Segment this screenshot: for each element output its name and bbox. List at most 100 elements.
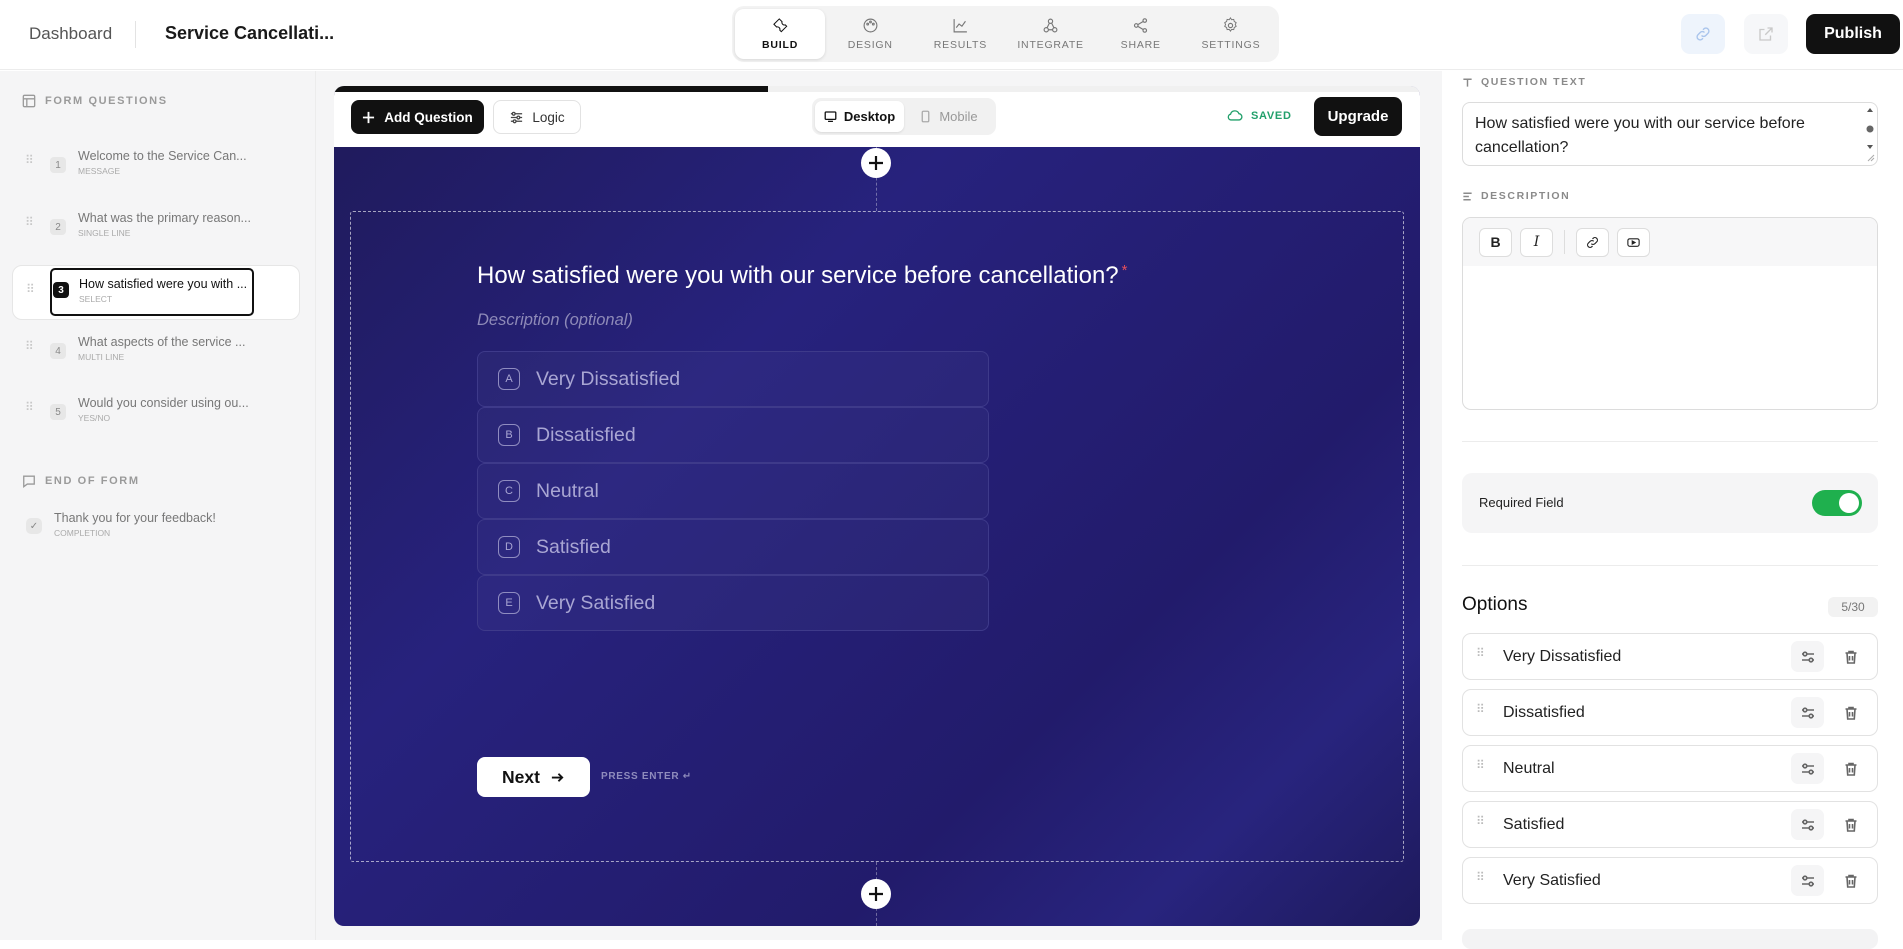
question-number: 4	[50, 343, 66, 359]
option-name[interactable]: Very Satisfied	[1503, 872, 1601, 890]
bold-button[interactable]: B	[1479, 227, 1512, 257]
layout-icon	[22, 94, 36, 108]
next-label: Next	[502, 766, 540, 787]
desktop-toggle[interactable]: Desktop	[815, 101, 904, 132]
tab-build[interactable]: BUILD	[735, 9, 826, 59]
add-option-area[interactable]	[1462, 929, 1878, 949]
answer-option-e[interactable]: E Very Satisfied	[477, 575, 989, 631]
tab-design-label: DESIGN	[847, 39, 893, 51]
drag-handle-icon[interactable]: ⠿	[1476, 647, 1486, 659]
sidebar-question-1[interactable]: ⠿ 1 Welcome to the Service Can... MESSAG…	[12, 137, 300, 191]
tab-integrate-label: INTEGRATE	[1017, 39, 1084, 51]
answer-option-a[interactable]: A Very Dissatisfied	[477, 351, 989, 407]
question-block[interactable]: How satisfied were you with our service …	[350, 211, 1404, 862]
question-label: What was the primary reason...	[78, 211, 251, 225]
upgrade-button[interactable]: Upgrade	[1314, 97, 1402, 136]
description-header: DESCRIPTION	[1462, 190, 1570, 202]
description-placeholder[interactable]: Description (optional)	[477, 311, 633, 330]
sidebar-question-3[interactable]: ⠿ 3 How satisfied were you with ... SELE…	[12, 265, 300, 320]
add-question-button[interactable]: Add Question	[351, 100, 484, 134]
answer-option-d[interactable]: D Satisfied	[477, 519, 989, 575]
add-question-label: Add Question	[384, 109, 473, 125]
question-title[interactable]: How satisfied were you with our service …	[477, 262, 1128, 290]
drag-handle-icon[interactable]: ⠿	[1476, 703, 1486, 715]
answer-option-b[interactable]: B Dissatisfied	[477, 407, 989, 463]
option-name[interactable]: Very Dissatisfied	[1503, 648, 1621, 666]
question-type: MULTI LINE	[78, 352, 125, 362]
next-button[interactable]: Next	[477, 757, 590, 797]
mobile-toggle[interactable]: Mobile	[904, 101, 993, 132]
option-row[interactable]: ⠿ Satisfied	[1462, 801, 1878, 848]
plus-icon	[869, 156, 883, 170]
option-label: Very Dissatisfied	[536, 367, 681, 390]
completion-label: Thank you for your feedback!	[54, 511, 216, 525]
sidebar-question-5[interactable]: ⠿ 5 Would you consider using ou... YES/N…	[12, 384, 300, 438]
option-key: E	[498, 592, 520, 614]
description-editor[interactable]: B I	[1462, 217, 1878, 410]
drag-handle-icon[interactable]: ⠿	[25, 401, 34, 416]
divider	[1462, 565, 1878, 566]
drag-handle-icon[interactable]: ⠿	[25, 216, 34, 231]
link-button[interactable]	[1576, 227, 1609, 257]
option-name[interactable]: Neutral	[1503, 760, 1555, 778]
option-settings-button[interactable]	[1791, 809, 1824, 840]
desktop-label: Desktop	[843, 109, 896, 124]
delete-option-button[interactable]	[1836, 642, 1866, 672]
canvas-toolbar: Add Question Logic Desktop Mobile SAVED	[334, 86, 1420, 147]
option-settings-button[interactable]	[1791, 865, 1824, 896]
answer-option-c[interactable]: C Neutral	[477, 463, 989, 519]
delete-option-button[interactable]	[1836, 810, 1866, 840]
insert-below-button[interactable]	[861, 879, 891, 909]
open-external-button[interactable]	[1744, 14, 1788, 54]
mobile-label: Mobile	[939, 109, 978, 124]
option-name[interactable]: Satisfied	[1503, 816, 1564, 834]
sidebar-question-4[interactable]: ⠿ 4 What aspects of the service ... MULT…	[12, 323, 300, 377]
copy-link-button[interactable]	[1681, 14, 1725, 54]
message-icon	[23, 475, 35, 488]
delete-option-button[interactable]	[1836, 754, 1866, 784]
option-row[interactable]: ⠿ Very Dissatisfied	[1462, 633, 1878, 680]
drag-handle-icon[interactable]: ⠿	[25, 154, 34, 169]
tab-integrate[interactable]: INTEGRATE	[1006, 9, 1096, 59]
wrench-icon	[772, 18, 787, 33]
insert-above-button[interactable]	[861, 148, 891, 178]
drag-handle-icon[interactable]: ⠿	[1476, 815, 1486, 827]
option-name[interactable]: Dissatisfied	[1503, 704, 1585, 722]
form-title[interactable]: Service Cancellati...	[165, 23, 334, 44]
completion-type: COMPLETION	[54, 528, 111, 538]
drag-handle-icon[interactable]: ⠿	[1476, 759, 1486, 771]
option-row[interactable]: ⠿ Dissatisfied	[1462, 689, 1878, 736]
option-settings-button[interactable]	[1791, 697, 1824, 728]
tab-results[interactable]: RESULTS	[915, 9, 1005, 59]
option-row[interactable]: ⠿ Neutral	[1462, 745, 1878, 792]
dashboard-link[interactable]: Dashboard	[29, 24, 112, 44]
publish-button[interactable]: Publish	[1806, 14, 1900, 54]
sidebar-question-2[interactable]: ⠿ 2 What was the primary reason... SINGL…	[12, 199, 300, 253]
question-number: 3	[53, 282, 69, 298]
delete-option-button[interactable]	[1836, 698, 1866, 728]
drag-handle-icon[interactable]: ⠿	[25, 340, 34, 355]
share-icon	[1134, 18, 1148, 33]
option-settings-button[interactable]	[1791, 753, 1824, 784]
option-row[interactable]: ⠿ Very Satisfied	[1462, 857, 1878, 904]
settings-sliders-icon	[1801, 706, 1814, 719]
tab-settings[interactable]: SETTINGS	[1186, 9, 1276, 59]
video-button[interactable]	[1617, 227, 1650, 257]
text-icon	[1463, 78, 1472, 87]
drag-handle-icon[interactable]: ⠿	[26, 283, 35, 298]
logic-button[interactable]: Logic	[493, 100, 581, 134]
italic-button[interactable]: I	[1520, 227, 1553, 257]
required-toggle[interactable]	[1812, 490, 1862, 516]
drag-handle-icon[interactable]: ⠿	[1476, 871, 1486, 883]
question-label: Welcome to the Service Can...	[78, 149, 247, 163]
video-icon	[1627, 237, 1640, 247]
option-settings-button[interactable]	[1791, 641, 1824, 672]
question-text-input[interactable]: How satisfied were you with our service …	[1462, 102, 1878, 166]
delete-option-button[interactable]	[1836, 866, 1866, 896]
tab-share[interactable]: SHARE	[1096, 9, 1186, 59]
monitor-icon	[824, 111, 837, 123]
textarea-scrollbar[interactable]	[1865, 105, 1875, 163]
sidebar-completion[interactable]: ✓ Thank you for your feedback! COMPLETIO…	[0, 499, 288, 553]
tab-share-label: SHARE	[1120, 39, 1161, 51]
tab-design[interactable]: DESIGN	[825, 9, 915, 59]
